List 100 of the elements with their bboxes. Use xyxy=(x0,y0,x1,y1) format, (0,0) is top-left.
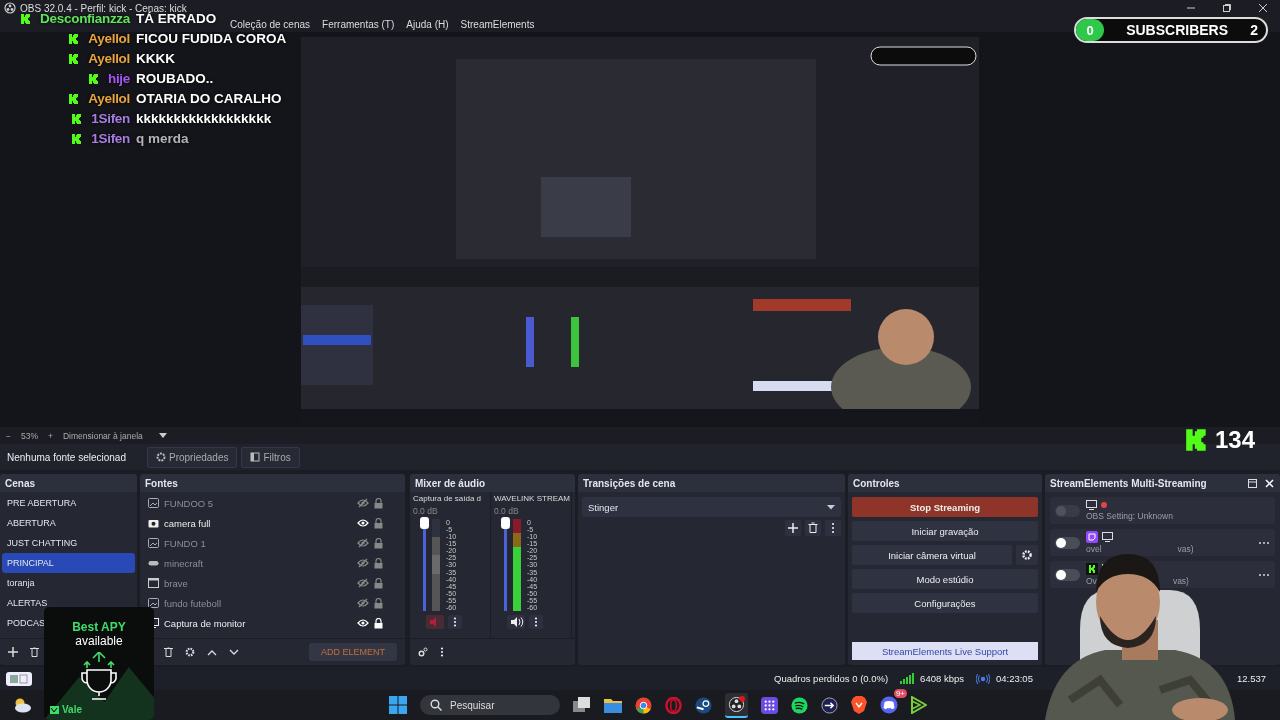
chat-badge-icon xyxy=(68,52,81,65)
move-down-icon[interactable] xyxy=(229,648,239,656)
notification-badge: 9+ xyxy=(893,689,907,698)
lion-shield-icon[interactable] xyxy=(851,696,867,714)
live-support-button[interactable]: StreamElements Live Support xyxy=(852,642,1038,660)
subscriber-label: SUBSCRIBERS xyxy=(1125,22,1230,38)
add-icon[interactable] xyxy=(785,520,801,536)
gears-icon[interactable] xyxy=(418,647,428,657)
trash-icon[interactable] xyxy=(30,647,39,657)
more-icon[interactable] xyxy=(440,647,444,657)
caret-icon[interactable] xyxy=(158,432,167,439)
browser-icon[interactable] xyxy=(635,696,652,714)
more-icon[interactable] xyxy=(448,615,462,629)
scene-item[interactable]: toranja xyxy=(2,573,35,593)
add-icon[interactable] xyxy=(8,647,18,657)
source-name[interactable]: FUNDOO 5 xyxy=(164,497,352,509)
volume-slider[interactable] xyxy=(423,519,426,611)
move-up-icon[interactable] xyxy=(207,648,217,656)
chat-app-icon[interactable] xyxy=(880,696,898,714)
panel-title: Cenas xyxy=(0,474,137,492)
steam-icon[interactable] xyxy=(695,696,712,714)
channel-name: WAVELINK STREAM xyxy=(494,494,568,503)
menu-item[interactable]: Ferramentas (T) xyxy=(322,18,395,30)
layout-icon[interactable] xyxy=(6,671,32,686)
source-name[interactable]: fundo futeboll xyxy=(164,597,352,609)
brand-logo-icon xyxy=(50,705,59,714)
settings-icon[interactable] xyxy=(1016,545,1038,565)
chat-message: kkkkkkkkkkkkkkkkkk xyxy=(136,111,272,126)
chat-username: 1Sifen xyxy=(91,111,130,126)
source-name[interactable]: camera full xyxy=(164,517,352,529)
restore-icon[interactable] xyxy=(1222,3,1232,13)
control-button[interactable]: Iniciar gravação xyxy=(852,521,1038,541)
close-icon[interactable] xyxy=(1258,3,1268,13)
eye-icon[interactable] xyxy=(357,518,369,528)
destination-label: ovel xyxy=(1086,544,1102,554)
control-button[interactable]: Configurações xyxy=(852,593,1038,613)
more-icon[interactable] xyxy=(1258,572,1270,577)
chat-message: ROUBADO.. xyxy=(136,71,214,86)
speaker-icon[interactable] xyxy=(507,615,525,629)
eye-off-icon[interactable] xyxy=(357,578,369,588)
scene-item[interactable]: ALERTAS xyxy=(2,593,48,613)
search-field[interactable]: Pesquisar xyxy=(420,695,560,715)
gear-icon xyxy=(156,452,166,462)
destination-label: Ov xyxy=(1086,576,1097,586)
ad-brand: Vale xyxy=(62,704,83,715)
more-icon[interactable] xyxy=(825,520,841,536)
scene-item[interactable]: PODCAS xyxy=(2,613,45,633)
menu-item[interactable]: StreamElements xyxy=(460,18,535,30)
source-name[interactable]: minecraft xyxy=(164,557,352,569)
start-icon[interactable] xyxy=(389,696,407,714)
weather-icon[interactable] xyxy=(12,697,32,713)
app-grid-icon[interactable] xyxy=(761,696,778,714)
panel-title: StreamElements Multi-Streaming xyxy=(1050,477,1208,489)
lock-icon[interactable] xyxy=(374,617,383,629)
toggle-switch[interactable] xyxy=(1055,536,1080,549)
control-button[interactable]: Modo estúdio xyxy=(852,569,1038,589)
settings-icon[interactable] xyxy=(185,647,195,657)
eye-icon[interactable] xyxy=(357,618,369,628)
eye-off-icon[interactable] xyxy=(357,538,369,548)
arrow-app-icon[interactable] xyxy=(821,696,838,714)
camera-icon xyxy=(148,518,159,528)
control-button[interactable]: Iniciar câmera virtual xyxy=(852,545,1012,565)
undock-icon[interactable] xyxy=(1248,478,1257,488)
zoom-out-button[interactable]: − xyxy=(6,430,11,441)
trash-icon[interactable] xyxy=(164,647,173,657)
scene-item[interactable]: PRINCIPAL xyxy=(2,553,135,573)
zoom-in-button[interactable]: + xyxy=(48,430,53,441)
app-logo-icon xyxy=(4,2,16,14)
monitor-icon xyxy=(1102,532,1113,542)
folder-icon[interactable] xyxy=(604,697,622,713)
eye-off-icon[interactable] xyxy=(357,598,369,608)
chat-message: FICOU FUDIDA COROA xyxy=(136,31,287,46)
trash-icon[interactable] xyxy=(805,520,821,536)
caret-icon xyxy=(827,504,835,510)
menu-item[interactable]: Ajuda (H) xyxy=(406,18,449,30)
more-icon[interactable] xyxy=(529,615,543,629)
source-name[interactable]: FUNDO 1 xyxy=(164,537,352,549)
music-app-icon[interactable] xyxy=(791,696,808,714)
toggle-switch[interactable] xyxy=(1055,568,1080,581)
scale-mode-dropdown[interactable]: Dimensionar à janela xyxy=(62,430,143,441)
filters-button[interactable]: Filtros xyxy=(241,446,300,468)
stop-streaming-button[interactable]: Stop Streaming xyxy=(852,497,1038,517)
eye-off-icon[interactable] xyxy=(357,498,369,508)
menu-item[interactable]: Coleção de cenas xyxy=(230,18,311,30)
more-icon[interactable] xyxy=(1258,540,1270,545)
eye-off-icon[interactable] xyxy=(357,558,369,568)
volume-slider[interactable] xyxy=(504,519,507,611)
play-icon[interactable] xyxy=(911,696,927,714)
recording-app-icon[interactable] xyxy=(725,692,748,718)
scene-item[interactable]: PRE ABERTURA xyxy=(2,493,77,513)
ring-icon[interactable] xyxy=(665,696,682,714)
source-name[interactable]: brave xyxy=(164,577,352,589)
monitor-icon xyxy=(1086,500,1097,510)
properties-button[interactable]: Propriedades xyxy=(147,446,238,468)
viewer-count: 134 xyxy=(1215,426,1256,454)
source-name[interactable]: Captura de monitor xyxy=(164,617,352,629)
task-view-icon[interactable] xyxy=(573,697,591,713)
transition-dropdown[interactable]: Stinger xyxy=(582,497,841,517)
scene-item[interactable]: ABERTURA xyxy=(2,513,56,533)
scene-item[interactable]: JUST CHATTING xyxy=(2,533,78,553)
